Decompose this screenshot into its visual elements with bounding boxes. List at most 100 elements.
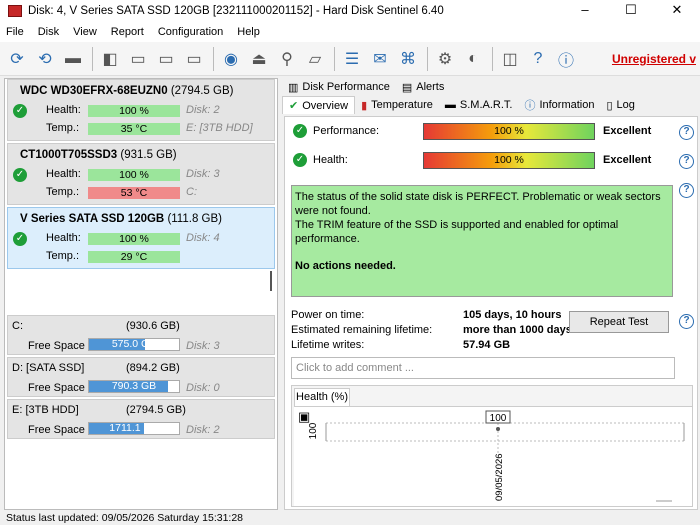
tab-alerts[interactable]: ▤ Alerts	[396, 78, 451, 96]
tab-health-chart[interactable]: Health (%)	[294, 388, 350, 406]
free-space-bar: 575.0 GB	[88, 338, 180, 351]
health-ok-icon: ✓	[293, 153, 307, 167]
menu-file[interactable]: File	[6, 26, 24, 38]
disk-name: CT1000T705SSD3 (931.5 GB)	[20, 149, 177, 161]
tab-log[interactable]: ▯ Log	[600, 96, 640, 114]
toolbar: ⟳ ⟲ ▬ ◧ ▭ ▭ ▭ ◉ ⏏ ⚲ ▱ ☰ ✉ ⌘ ⚙ ◐ ◫ ? ⓘ	[0, 42, 700, 76]
log-icon: ▯	[606, 99, 613, 112]
free-space-bar: 790.3 GB	[88, 380, 180, 393]
health-bar: 100 %	[88, 105, 180, 117]
tab-disk-performance[interactable]: ▥ Disk Performance	[282, 78, 396, 96]
thermometer-icon: ▮	[361, 99, 368, 112]
sound-icon[interactable]: ◐	[462, 48, 484, 70]
performance-rating: Excellent	[603, 125, 652, 137]
performance-ok-icon: ✓	[293, 124, 307, 138]
disk-entry-3[interactable]: V Series SATA SSD 120GB (111.8 GB) ✓ Hea…	[7, 207, 275, 269]
menu-view[interactable]: View	[73, 26, 97, 38]
disk-number: Disk: 3	[186, 168, 220, 180]
disk-entry-1[interactable]: WDC WD30EFRX-68EUZN0 (2794.5 GB) ✓ Healt…	[7, 79, 275, 141]
health-help-icon[interactable]: ?	[679, 154, 694, 169]
disk-volume: C:	[186, 186, 197, 198]
surface-test-icon[interactable]: ◧	[99, 48, 121, 70]
gear-icon[interactable]: ⚙	[434, 48, 456, 70]
comment-field[interactable]: Click to add comment ...	[291, 357, 675, 379]
disk-name: WDC WD30EFRX-68EUZN0 (2794.5 GB)	[20, 85, 234, 97]
overview-content: ✓ Performance: 100 % Excellent ? ✓ Healt…	[284, 116, 698, 510]
health-ok-icon: ✓	[13, 168, 27, 182]
report-icon[interactable]: ☰	[341, 48, 363, 70]
test-help-icon[interactable]: ?	[679, 314, 694, 329]
disk-list-panel: WDC WD30EFRX-68EUZN0 (2794.5 GB) ✓ Healt…	[4, 78, 278, 510]
temp-bar: 35 °C	[88, 123, 180, 135]
close-button[interactable]: ✕	[654, 0, 700, 22]
health-ok-icon: ✓	[13, 104, 27, 118]
tab-information[interactable]: ⓘ Information	[518, 96, 600, 114]
health-bar: 100 %	[423, 152, 595, 169]
temp-bar: 53 °C	[88, 187, 180, 199]
usb-icon[interactable]: ⚲	[276, 48, 298, 70]
data-point	[496, 427, 500, 431]
volume-entry-e[interactable]: E: [3TB HDD] (2794.5 GB) Free Space 1711…	[7, 399, 275, 439]
tab-smart[interactable]: ▬ S.M.A.R.T.	[439, 96, 519, 114]
alert-icon: ▤	[401, 81, 413, 94]
globe-icon[interactable]: ◉	[220, 48, 242, 70]
screenshot-icon[interactable]: ◫	[499, 48, 521, 70]
menu-report[interactable]: Report	[111, 26, 144, 38]
details-panel: ▥ Disk Performance ▤ Alerts ✔ Overview ▮ Tem…	[282, 78, 700, 510]
health-meter: ✓ Health: 100 % Excellent	[291, 152, 699, 170]
minimize-button[interactable]: –	[562, 0, 608, 22]
refresh-all-icon[interactable]: ⟲	[34, 48, 56, 70]
window-title: Disk: 4, V Series SATA SSD 120GB [232111…	[28, 5, 444, 17]
app-icon	[8, 5, 22, 17]
drive-icon[interactable]: ▱	[304, 48, 326, 70]
health-bar: 100 %	[88, 233, 180, 245]
mail-icon[interactable]: ✉	[369, 48, 391, 70]
health-chart-panel: Health (%) ▣ 100 100 09/05/2026	[291, 385, 693, 507]
repeat-test-button[interactable]: Repeat Test	[569, 311, 669, 333]
status-box: The status of the solid state disk is PE…	[291, 185, 673, 297]
point-label: 100	[490, 413, 507, 424]
performance-meter: ✓ Performance: 100 % Excellent	[291, 123, 699, 141]
network-icon[interactable]: ⌘	[397, 48, 419, 70]
disk-search-icon[interactable]: ▭	[183, 48, 205, 70]
health-bar: 100 %	[88, 169, 180, 181]
performance-help-icon[interactable]: ?	[679, 125, 694, 140]
menu-bar: File Disk View Report Configuration Help	[0, 22, 700, 42]
x-date-label: 09/05/2026	[494, 453, 505, 501]
disk-icon[interactable]: ▬	[62, 48, 84, 70]
disk-number: Disk: 4	[186, 232, 220, 244]
health-plot-svg: 100 100 09/05/2026	[308, 410, 685, 502]
tab-temperature[interactable]: ▮ Temperature	[355, 96, 439, 114]
menu-configuration[interactable]: Configuration	[158, 26, 223, 38]
status-bar: Status last updated: 09/05/2026 Saturday…	[0, 512, 700, 525]
info-icon[interactable]: ⓘ	[555, 48, 577, 70]
health-rating: Excellent	[603, 154, 652, 166]
menu-disk[interactable]: Disk	[38, 26, 59, 38]
maximize-button[interactable]: ☐	[608, 0, 654, 22]
volume-entry-d[interactable]: D: [SATA SSD] (894.2 GB) Free Space 790.…	[7, 357, 275, 397]
eject-icon[interactable]: ⏏	[248, 48, 270, 70]
disk-entry-2[interactable]: CT1000T705SSD3 (931.5 GB) ✓ Health: 100 …	[7, 143, 275, 205]
smart-icon: ▬	[444, 99, 456, 111]
disk-test-icon[interactable]: ▭	[127, 48, 149, 70]
disk-volume: E: [3TB HDD]	[186, 122, 253, 134]
info-icon: ⓘ	[524, 100, 536, 112]
title-bar: Disk: 4, V Series SATA SSD 120GB [232111…	[0, 0, 700, 22]
check-icon: ✔	[289, 100, 299, 112]
performance-bar: 100 %	[423, 123, 595, 140]
refresh-icon[interactable]: ⟳	[6, 48, 28, 70]
scrollbar-thumb[interactable]	[270, 271, 272, 291]
unregistered-link[interactable]: Unregistered v	[612, 52, 696, 66]
y-tick-label: 100	[308, 422, 319, 439]
status-help-icon[interactable]: ?	[679, 183, 694, 198]
disk-number: Disk: 2	[186, 104, 220, 116]
menu-help[interactable]: Help	[237, 26, 260, 38]
health-chart: ▣ 100 100 09/05/2026	[294, 406, 692, 506]
help-icon[interactable]: ?	[527, 48, 549, 70]
volume-entry-c[interactable]: C: (930.6 GB) Free Space 575.0 GB Disk: …	[7, 315, 275, 355]
disk-check-icon[interactable]: ▭	[155, 48, 177, 70]
tab-overview[interactable]: ✔ Overview	[282, 96, 356, 114]
disk-name: V Series SATA SSD 120GB (111.8 GB)	[20, 213, 222, 225]
free-space-bar: 1711.1 GB	[88, 422, 180, 435]
health-ok-icon: ✓	[13, 232, 27, 246]
